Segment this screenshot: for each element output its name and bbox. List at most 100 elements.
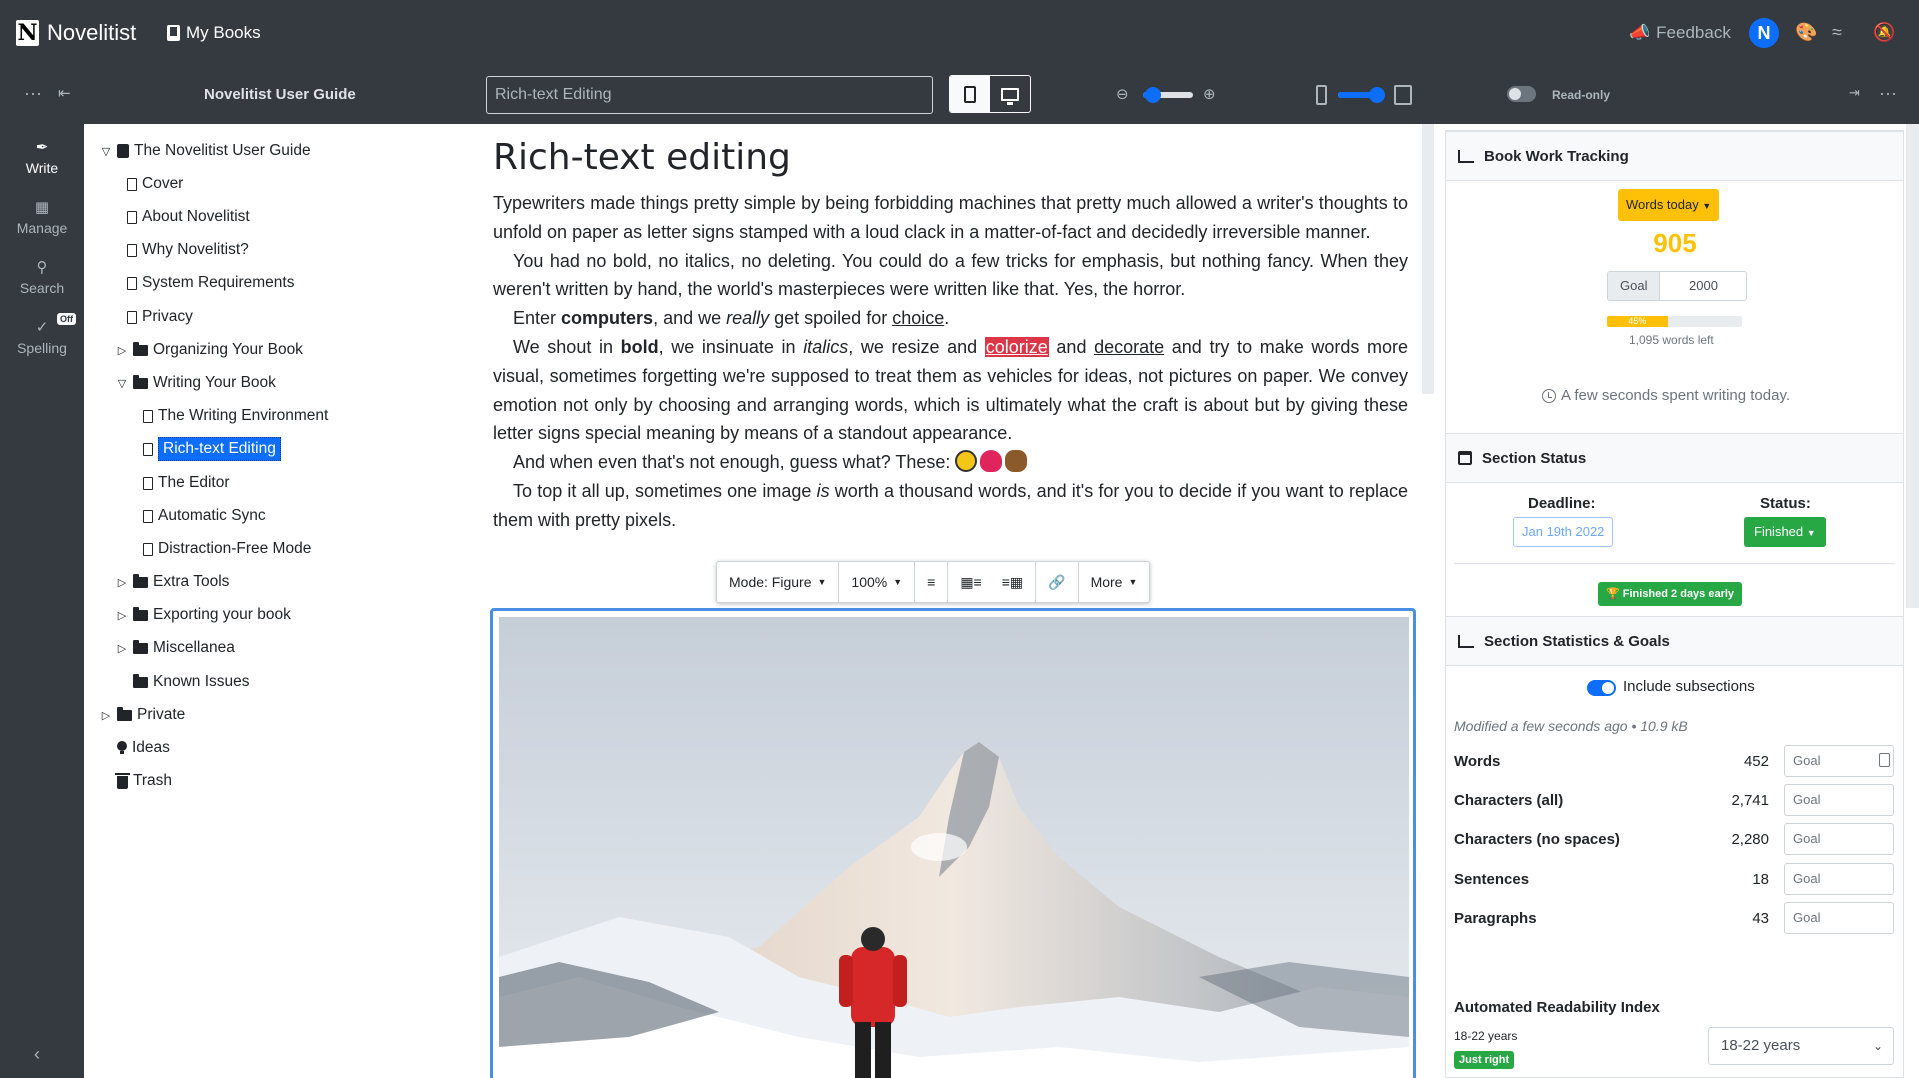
stat-goal-input[interactable]: Goal	[1784, 745, 1894, 777]
width-slider[interactable]	[1338, 87, 1386, 103]
pin-right-icon[interactable]: ⇥	[1849, 85, 1860, 101]
status-header[interactable]: Section Status	[1446, 433, 1903, 483]
status-dropdown[interactable]: Finished ▼	[1744, 517, 1826, 547]
stat-goal-input[interactable]: Goal	[1784, 902, 1894, 934]
calculator-icon[interactable]	[1879, 753, 1890, 767]
right-panel-scrollbar[interactable]	[1906, 124, 1919, 608]
triangle-down-icon[interactable]: ▽	[116, 377, 128, 390]
tree-item[interactable]: ▽ The Novelitist User Guide	[100, 139, 311, 163]
tree-item[interactable]: ▷ Miscellanea	[116, 636, 235, 660]
daily-goal-input[interactable]: 2000	[1660, 272, 1746, 300]
tree-item[interactable]: The Writing Environment	[132, 404, 328, 428]
nav-manage[interactable]: ▦ Manage	[0, 198, 84, 236]
stat-goal-input[interactable]: Goal	[1784, 863, 1894, 895]
triangle-right-icon[interactable]: ▷	[116, 344, 128, 357]
wrap-right-icon[interactable]: ≡▦	[1002, 574, 1023, 591]
triangle-right-icon[interactable]: ▷	[116, 576, 128, 589]
nav-spelling[interactable]: ✓ Off Spelling	[0, 313, 84, 356]
tablet-view-button[interactable]	[950, 76, 990, 112]
more-options-icon[interactable]: ···	[24, 83, 42, 104]
tree-item[interactable]: ▷ Extra Tools	[116, 570, 230, 594]
tree-item[interactable]: Why Novelitist?	[116, 238, 249, 262]
triangle-right-icon[interactable]: ▷	[100, 709, 112, 722]
section-title-input[interactable]	[486, 76, 933, 114]
zoom-slider-knob[interactable]	[1145, 87, 1161, 103]
feedback-link[interactable]: 📣 Feedback	[1629, 23, 1731, 43]
wide-width-icon[interactable]	[1394, 85, 1412, 105]
pin-left-icon[interactable]: ⇤	[58, 84, 71, 102]
triangle-right-icon[interactable]: ▷	[116, 609, 128, 622]
tree-item-label: Rich-text Editing	[158, 437, 281, 461]
search-icon: ⚲	[36, 259, 48, 276]
selected-figure[interactable]	[490, 608, 1416, 1078]
tree-item[interactable]: ▷ Private	[100, 703, 185, 727]
tree-item-label: About Novelitist	[142, 208, 250, 225]
bell-slash-icon[interactable]: 🔕	[1873, 22, 1895, 43]
tree-item[interactable]: The Editor	[132, 471, 230, 495]
zoom-in-icon[interactable]: ⊕	[1203, 85, 1216, 103]
paragraph-1[interactable]: Typewriters made things pretty simple by…	[493, 189, 1408, 247]
document-title[interactable]: Rich-text editing	[493, 137, 791, 178]
more-options-right-icon[interactable]: ···	[1879, 83, 1897, 104]
desktop-view-button[interactable]	[990, 76, 1030, 112]
stat-goal-input[interactable]: Goal	[1784, 823, 1894, 855]
include-subsections-switch[interactable]	[1587, 680, 1616, 696]
brand[interactable]: N Novelitist	[16, 20, 136, 46]
nav-search[interactable]: ⚲ Search	[0, 258, 84, 296]
tree-item[interactable]: Trash	[100, 769, 172, 793]
tree-item[interactable]: System Requirements	[116, 271, 294, 295]
tree-item[interactable]: Automatic Sync	[132, 504, 266, 528]
tree-item[interactable]: ▷ Exporting your book	[116, 603, 291, 627]
tree-item[interactable]: About Novelitist	[116, 205, 250, 229]
editor-scrollbar[interactable]	[1422, 124, 1434, 394]
palette-icon[interactable]: 🎨	[1795, 22, 1817, 43]
stat-goal-input[interactable]: Goal	[1784, 784, 1894, 816]
ari-target-select[interactable]: 18-22 years ⌄	[1708, 1027, 1894, 1065]
goal-addon: Goal	[1608, 272, 1661, 300]
more-dropdown[interactable]: More ▼	[1079, 562, 1150, 602]
zoom-slider[interactable]	[1143, 87, 1193, 103]
my-books-link[interactable]: My Books	[167, 23, 261, 43]
triangle-down-icon[interactable]: ▽	[100, 145, 112, 158]
align-center-icon: ≡	[927, 574, 936, 590]
image-zoom-dropdown[interactable]: 100% ▼	[839, 562, 916, 602]
image-zoom-label: 100%	[851, 574, 888, 590]
readonly-toggle[interactable]	[1507, 86, 1536, 102]
paragraph-4[interactable]: We shout in bold, we insinuate in italic…	[493, 333, 1408, 448]
tree-item[interactable]: Cover	[116, 172, 183, 196]
nav-write[interactable]: ✒ Write	[0, 138, 84, 176]
link-button[interactable]: 🔗	[1036, 562, 1079, 602]
paragraph-3[interactable]: Enter computers, and we really get spoil…	[493, 304, 1408, 333]
document-body[interactable]: Typewriters made things pretty simple by…	[493, 189, 1408, 535]
mode-dropdown[interactable]: Mode: Figure ▼	[717, 562, 840, 602]
text-run: We shout in	[513, 336, 621, 357]
tree-item[interactable]: Known Issues	[116, 670, 250, 694]
tree-item[interactable]: Ideas	[100, 736, 170, 760]
paragraph-2[interactable]: You had no bold, no italics, no deleting…	[493, 247, 1408, 305]
page-icon	[143, 409, 153, 423]
width-slider-knob[interactable]	[1369, 87, 1386, 103]
paragraph-5[interactable]: And when even that's not enough, guess w…	[493, 448, 1408, 477]
wifi-icon[interactable]: ≈	[1832, 22, 1842, 43]
tree-item[interactable]: Privacy	[116, 305, 193, 329]
tree-item[interactable]: Distraction-Free Mode	[132, 537, 311, 561]
page-icon	[127, 243, 137, 257]
narrow-width-icon[interactable]	[1316, 85, 1327, 105]
triangle-right-icon[interactable]: ▷	[116, 642, 128, 655]
tree-item[interactable]: ▷ Organizing Your Book	[116, 338, 303, 362]
tree-item[interactable]: Rich-text Editing	[132, 437, 281, 461]
include-subsections-label: Include subsections	[1623, 678, 1755, 695]
align-center-button[interactable]: ≡	[915, 562, 949, 602]
tree-item[interactable]: ▽ Writing Your Book	[116, 371, 276, 395]
mountain-photo	[499, 617, 1409, 1078]
deadline-picker[interactable]: Jan 19th 2022	[1513, 517, 1614, 547]
tracking-header[interactable]: Book Work Tracking	[1446, 131, 1903, 181]
chevron-left-icon[interactable]: ‹	[34, 1044, 40, 1065]
avatar[interactable]: N	[1749, 18, 1779, 48]
words-today-dropdown[interactable]: Words today ▼	[1618, 189, 1720, 221]
spelling-off-badge: Off	[57, 313, 76, 325]
zoom-out-icon[interactable]: ⊖	[1116, 85, 1129, 103]
stats-header[interactable]: Section Statistics & Goals	[1446, 616, 1903, 666]
wrap-left-icon[interactable]: ▦≡	[960, 574, 981, 591]
paragraph-6[interactable]: To top it all up, sometimes one image is…	[493, 477, 1408, 535]
